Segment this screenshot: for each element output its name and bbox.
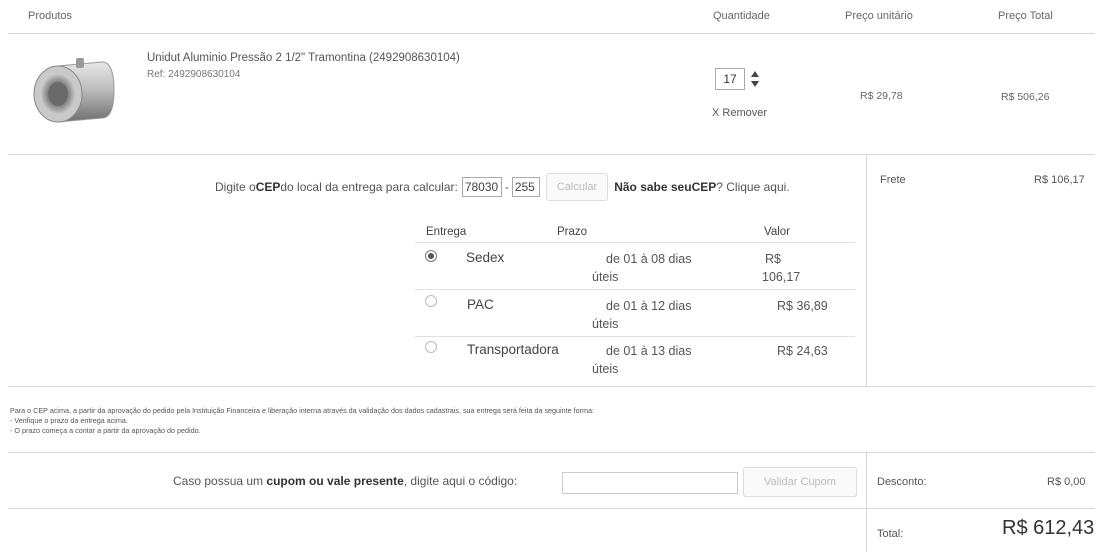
radio-transportadora[interactable] bbox=[425, 341, 437, 353]
quantity-input[interactable]: 17 bbox=[715, 68, 745, 90]
total-label: Total: bbox=[877, 528, 904, 540]
coupon-prompt-bold: cupom ou vale presente bbox=[266, 474, 404, 488]
shipping-option-prazo: de 01 à 12 dias úteis bbox=[592, 297, 722, 333]
product-divider bbox=[8, 154, 1095, 155]
col-header-quantidade: Quantidade bbox=[713, 10, 770, 22]
line-total-price: R$ 506,26 bbox=[1001, 91, 1050, 103]
desconto-value: R$ 0,00 bbox=[1047, 476, 1086, 488]
radio-sedex[interactable] bbox=[425, 250, 437, 262]
shipping-option-name[interactable]: Transportadora bbox=[467, 342, 559, 357]
order-total-value: R$ 612,43 bbox=[1002, 517, 1095, 539]
prazo-line2: úteis bbox=[592, 362, 619, 376]
remove-item-link[interactable]: X Remover bbox=[712, 107, 767, 119]
cep-help-link[interactable]: ? Clique aqui. bbox=[716, 180, 789, 194]
info-line2: - Verifique o prazo da entrega acima. bbox=[10, 416, 128, 425]
valor-line1: R$ bbox=[765, 252, 781, 266]
cep-part1-input[interactable]: 78030 bbox=[461, 177, 502, 197]
info-line1: Para o CEP acima, a partir da aprovação … bbox=[10, 406, 595, 415]
radio-pac[interactable] bbox=[425, 295, 437, 307]
prazo-line1: de 01 à 12 dias bbox=[606, 299, 692, 313]
shipping-row-divider bbox=[415, 289, 855, 290]
frete-column-divider bbox=[866, 154, 867, 386]
cep-prompt-prefix: Digite o bbox=[215, 180, 256, 194]
info-line3: - O prazo começa a contar a partir da ap… bbox=[10, 426, 201, 435]
spinner-arrows-icon bbox=[751, 71, 759, 87]
col-header-produtos: Produtos bbox=[28, 10, 73, 22]
delivery-info-note: Para o CEP acima, a partir da aprovação … bbox=[10, 406, 594, 436]
product-image[interactable] bbox=[18, 52, 128, 132]
shipping-option-valor: R$ 36,89 bbox=[777, 299, 828, 313]
cep-help-bold1[interactable]: Não sabe seu bbox=[614, 180, 691, 194]
shipping-header-entrega: Entrega bbox=[426, 226, 467, 238]
col-header-preco-unitario: Preço unitário bbox=[845, 10, 913, 22]
shipping-row-divider bbox=[415, 336, 855, 337]
prazo-line2: úteis bbox=[592, 270, 619, 284]
cep-prompt-bold: CEP bbox=[255, 180, 281, 194]
shipping-option-name[interactable]: Sedex bbox=[466, 250, 504, 265]
shipping-option-prazo: de 01 à 13 dias úteis bbox=[592, 342, 722, 378]
valor-line2: 106,17 bbox=[762, 270, 801, 284]
shipping-divider bbox=[8, 386, 1095, 387]
desconto-label: Desconto: bbox=[877, 476, 927, 488]
cep-part2-input[interactable]: 255 bbox=[511, 177, 540, 197]
conduit-fitting-icon bbox=[33, 58, 115, 123]
frete-label: Frete bbox=[880, 174, 906, 186]
shipping-option-prazo: de 01 à 08 dias úteis bbox=[592, 250, 722, 286]
calculate-button[interactable]: Calcular bbox=[545, 173, 609, 201]
frete-value: R$ 106,17 bbox=[1034, 174, 1085, 186]
coupon-prompt-suffix: , digite aqui o código: bbox=[403, 474, 518, 488]
coupon-prompt: Caso possua um cupom ou vale presente, d… bbox=[173, 474, 517, 488]
product-ref: Ref: 2492908630104 bbox=[147, 69, 241, 80]
prazo-line1: de 01 à 08 dias bbox=[606, 252, 692, 266]
cep-dash: - bbox=[504, 180, 509, 194]
unit-price: R$ 29,78 bbox=[860, 90, 903, 102]
cep-help-bold2[interactable]: CEP bbox=[692, 180, 717, 194]
header-divider bbox=[8, 33, 1095, 34]
shipping-header-divider bbox=[415, 242, 855, 243]
quantity-stepper[interactable] bbox=[748, 68, 762, 90]
coupon-code-input[interactable] bbox=[562, 472, 738, 494]
cep-prompt-suffix: do local da entrega para calcular: bbox=[280, 180, 458, 194]
info-divider bbox=[8, 452, 1095, 453]
col-header-preco-total: Preço Total bbox=[998, 10, 1053, 22]
shipping-option-name[interactable]: PAC bbox=[467, 297, 494, 312]
cep-calculator: Digite o CEP do local da entrega para ca… bbox=[215, 173, 790, 201]
shipping-header-valor: Valor bbox=[764, 226, 790, 238]
shipping-option-valor: R$ 106,17 bbox=[762, 250, 800, 286]
product-name[interactable]: Unidut Aluminio Pressão 2 1/2" Tramontin… bbox=[147, 52, 460, 64]
summary-column-divider bbox=[866, 452, 867, 552]
prazo-line2: úteis bbox=[592, 317, 619, 331]
shipping-option-valor: R$ 24,63 bbox=[777, 344, 828, 358]
shipping-header-prazo: Prazo bbox=[557, 226, 588, 238]
coupon-divider bbox=[8, 508, 1095, 509]
validate-coupon-button[interactable]: Validar Cupom bbox=[743, 467, 857, 497]
prazo-line1: de 01 à 13 dias bbox=[606, 344, 692, 358]
coupon-prompt-prefix: Caso possua um bbox=[173, 474, 267, 488]
